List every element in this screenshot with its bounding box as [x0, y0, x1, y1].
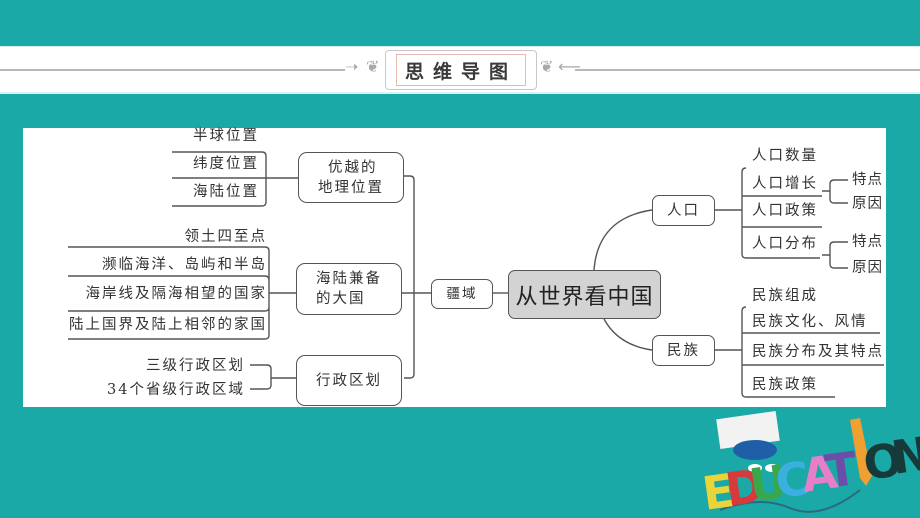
- title-plaque: 思维导图: [385, 50, 537, 90]
- item-latitude-position: 纬度位置: [193, 156, 259, 172]
- node-label-line2: 的大国: [316, 291, 366, 307]
- item-three-level-division: 三级行政区划: [146, 358, 245, 374]
- item-growth-reason: 原因: [852, 196, 883, 212]
- education-illustration: EDUCAT ON: [700, 410, 920, 518]
- scroll-ornament-icon: ❦: [540, 57, 554, 76]
- node-label-line1: 海陆兼备: [316, 271, 382, 287]
- node-label-line1: 行政区划: [316, 372, 382, 389]
- node-label-line2: 地理位置: [318, 179, 384, 196]
- node-label-line1: 优越的: [328, 159, 378, 176]
- item-population-policy: 人口政策: [752, 203, 818, 219]
- item-hemisphere-position: 半球位置: [193, 128, 259, 144]
- item-sea-land-position: 海陆位置: [193, 184, 259, 200]
- node-sea-land-country: 海陆兼备 的大国: [296, 263, 402, 315]
- item-distribution-reason: 原因: [852, 260, 883, 276]
- item-population-distribution: 人口分布: [752, 236, 818, 252]
- center-node: 从世界看中国: [508, 270, 661, 319]
- item-ethnic-distribution: 民族分布及其特点: [752, 344, 884, 360]
- header-band: ➝ ❦ 思维导图 ❦ ⟵: [0, 46, 920, 94]
- node-administrative-division: 行政区划: [296, 355, 402, 406]
- node-ethnic-groups: 民族: [652, 335, 715, 366]
- item-coastline-neighbors: 海岸线及隔海相望的国家: [85, 286, 267, 302]
- node-territory: 疆域: [431, 279, 493, 309]
- scroll-ornament-icon: ❦: [366, 57, 380, 76]
- item-land-borders: 陆上国界及陆上相邻的家国: [69, 317, 267, 333]
- item-ethnic-policy: 民族政策: [752, 377, 818, 393]
- item-population-size: 人口数量: [752, 148, 818, 164]
- page-title: 思维导图: [404, 61, 517, 83]
- item-34-provinces: 34个省级行政区域: [107, 382, 245, 398]
- item-ethnic-composition: 民族组成: [752, 288, 818, 304]
- item-territory-extremes: 领土四至点: [184, 229, 267, 245]
- node-geographic-position: 优越的 地理位置: [298, 152, 404, 203]
- node-population: 人口: [652, 195, 715, 226]
- arrow-ornament-icon: ➝: [345, 57, 359, 76]
- item-ethnic-culture: 民族文化、风情: [752, 314, 868, 330]
- item-seas-islands: 濒临海洋、岛屿和半岛: [102, 257, 267, 273]
- item-distribution-feature: 特点: [852, 234, 883, 250]
- header-rule-right: [575, 69, 920, 71]
- arrow-ornament-icon: ⟵: [558, 57, 581, 76]
- header-rule-left: [0, 69, 345, 71]
- item-growth-feature: 特点: [852, 172, 883, 188]
- item-population-growth: 人口增长: [752, 176, 818, 192]
